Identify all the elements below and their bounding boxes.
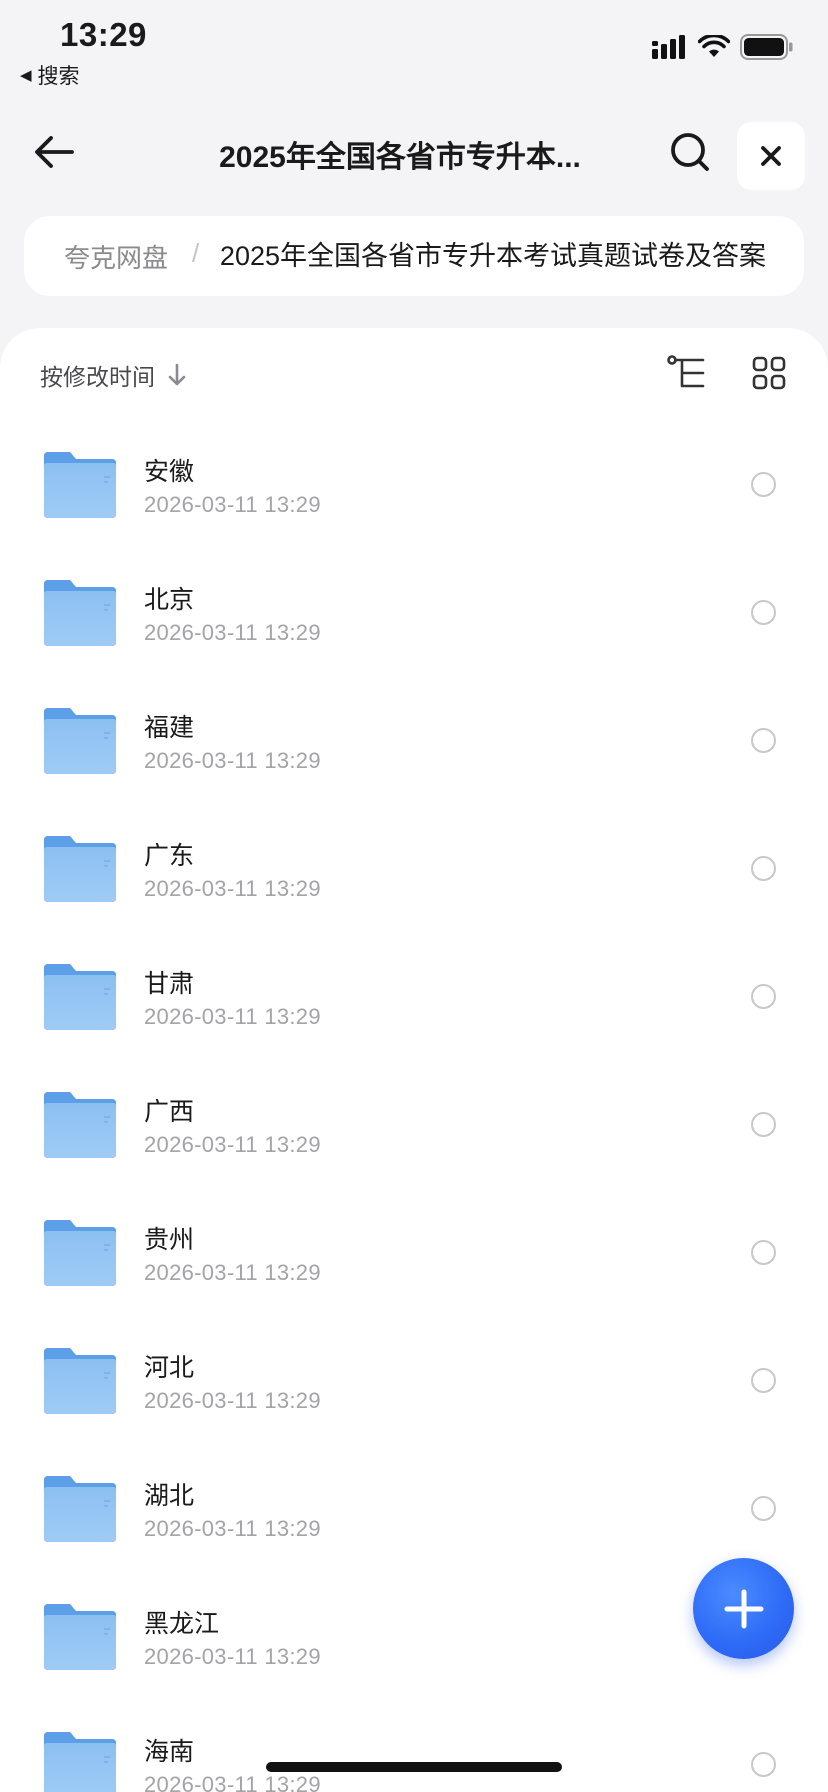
search-button[interactable] bbox=[660, 122, 720, 182]
back-app-label: 搜索 bbox=[37, 65, 80, 88]
file-list-panel: 按修改时间 安徽 2026-03-11 13:29 北京 2026-03-11 … bbox=[0, 328, 828, 1792]
select-checkbox[interactable] bbox=[751, 984, 776, 1009]
close-button[interactable] bbox=[737, 122, 805, 190]
select-checkbox[interactable] bbox=[751, 1368, 776, 1393]
folder-icon bbox=[44, 580, 116, 646]
sort-button[interactable]: 按修改时间 bbox=[40, 358, 187, 392]
arrow-left-icon bbox=[35, 136, 74, 168]
folder-icon bbox=[44, 1220, 116, 1286]
battery-icon bbox=[740, 34, 793, 60]
file-name: 广东 bbox=[144, 842, 195, 870]
file-name: 安徽 bbox=[144, 458, 195, 486]
folder-icon bbox=[44, 1092, 116, 1158]
page-title: 2025年全国各省市专升本... bbox=[219, 141, 581, 174]
status-bar: 13:29 ◀ 搜索 bbox=[0, 0, 828, 96]
select-checkbox[interactable] bbox=[751, 856, 776, 881]
folder-icon bbox=[44, 708, 116, 774]
file-name: 贵州 bbox=[144, 1226, 195, 1254]
breadcrumb-separator: / bbox=[192, 238, 200, 268]
file-modified-date: 2026-03-11 13:29 bbox=[144, 1132, 321, 1157]
screen: 13:29 ◀ 搜索 2025年全国各省市专升本... 夸克网盘 / 2025年… bbox=[0, 0, 828, 1792]
file-modified-date: 2026-03-11 13:29 bbox=[144, 492, 321, 517]
nav-bar: 2025年全国各省市专升本... bbox=[0, 112, 828, 200]
tree-view-icon bbox=[667, 355, 705, 388]
select-checkbox[interactable] bbox=[751, 472, 776, 497]
file-modified-date: 2026-03-11 13:29 bbox=[144, 1260, 321, 1285]
select-checkbox[interactable] bbox=[751, 728, 776, 753]
file-modified-date: 2026-03-11 13:29 bbox=[144, 876, 321, 901]
file-row[interactable]: 海南 2026-03-11 13:29 bbox=[0, 1708, 828, 1792]
file-modified-date: 2026-03-11 13:29 bbox=[144, 1388, 321, 1413]
home-indicator bbox=[266, 1762, 562, 1772]
tree-view-button[interactable] bbox=[662, 348, 712, 398]
file-row[interactable]: 北京 2026-03-11 13:29 bbox=[0, 556, 828, 684]
breadcrumb-current: 2025年全国各省市专升本考试真题试卷及答案 bbox=[219, 241, 766, 271]
file-modified-date: 2026-03-11 13:29 bbox=[144, 1516, 321, 1541]
file-row[interactable]: 广西 2026-03-11 13:29 bbox=[0, 1068, 828, 1196]
wifi-icon bbox=[698, 35, 730, 57]
file-row[interactable]: 河北 2026-03-11 13:29 bbox=[0, 1324, 828, 1452]
file-row[interactable]: 甘肃 2026-03-11 13:29 bbox=[0, 940, 828, 1068]
status-icons bbox=[652, 34, 794, 60]
status-time: 13:29 bbox=[60, 16, 147, 53]
plus-icon bbox=[724, 1589, 763, 1628]
file-name: 北京 bbox=[144, 586, 195, 614]
select-checkbox[interactable] bbox=[751, 600, 776, 625]
file-modified-date: 2026-03-11 13:29 bbox=[144, 1004, 321, 1029]
grid-view-button[interactable] bbox=[744, 348, 794, 398]
file-name: 湖北 bbox=[144, 1482, 195, 1510]
breadcrumb: 夸克网盘 / 2025年全国各省市专升本考试真题试卷及答案 bbox=[24, 216, 804, 296]
select-checkbox[interactable] bbox=[751, 1240, 776, 1265]
folder-icon bbox=[44, 964, 116, 1030]
folder-icon bbox=[44, 1604, 116, 1670]
arrow-down-icon bbox=[168, 363, 186, 386]
cellular-signal-icon bbox=[652, 35, 685, 59]
file-modified-date: 2026-03-11 13:29 bbox=[144, 620, 321, 645]
file-name: 福建 bbox=[144, 714, 195, 742]
back-triangle-icon: ◀ bbox=[20, 67, 32, 84]
file-name: 甘肃 bbox=[144, 970, 195, 998]
folder-icon bbox=[44, 1732, 116, 1792]
search-icon bbox=[671, 133, 709, 171]
folder-icon bbox=[44, 1476, 116, 1542]
file-modified-date: 2026-03-11 13:29 bbox=[144, 1772, 321, 1792]
file-row[interactable]: 广东 2026-03-11 13:29 bbox=[0, 812, 828, 940]
file-modified-date: 2026-03-11 13:29 bbox=[144, 1644, 321, 1669]
folder-icon bbox=[44, 1348, 116, 1414]
file-modified-date: 2026-03-11 13:29 bbox=[144, 748, 321, 773]
breadcrumb-current-wrapper: 2025年全国各省市专升本考试真题试卷及答案 bbox=[214, 216, 766, 296]
file-row[interactable]: 湖北 2026-03-11 13:29 bbox=[0, 1452, 828, 1580]
select-checkbox[interactable] bbox=[751, 1752, 776, 1777]
file-name: 广西 bbox=[144, 1098, 195, 1126]
file-name: 海南 bbox=[144, 1738, 195, 1766]
back-button[interactable] bbox=[24, 122, 84, 182]
folder-icon bbox=[44, 836, 116, 902]
file-row[interactable]: 安徽 2026-03-11 13:29 bbox=[0, 428, 828, 556]
file-name: 河北 bbox=[144, 1354, 195, 1382]
breadcrumb-root[interactable]: 夸克网盘 bbox=[64, 238, 168, 275]
sort-label: 按修改时间 bbox=[40, 364, 155, 390]
folder-icon bbox=[44, 452, 116, 518]
file-row[interactable]: 福建 2026-03-11 13:29 bbox=[0, 684, 828, 812]
file-row[interactable]: 贵州 2026-03-11 13:29 bbox=[0, 1196, 828, 1324]
grid-view-icon bbox=[752, 356, 786, 390]
select-checkbox[interactable] bbox=[751, 1496, 776, 1521]
close-icon bbox=[761, 146, 781, 166]
select-checkbox[interactable] bbox=[751, 1112, 776, 1137]
add-button[interactable] bbox=[693, 1558, 794, 1659]
file-name: 黑龙江 bbox=[144, 1610, 220, 1638]
back-to-app-button[interactable]: ◀ 搜索 bbox=[20, 60, 80, 90]
